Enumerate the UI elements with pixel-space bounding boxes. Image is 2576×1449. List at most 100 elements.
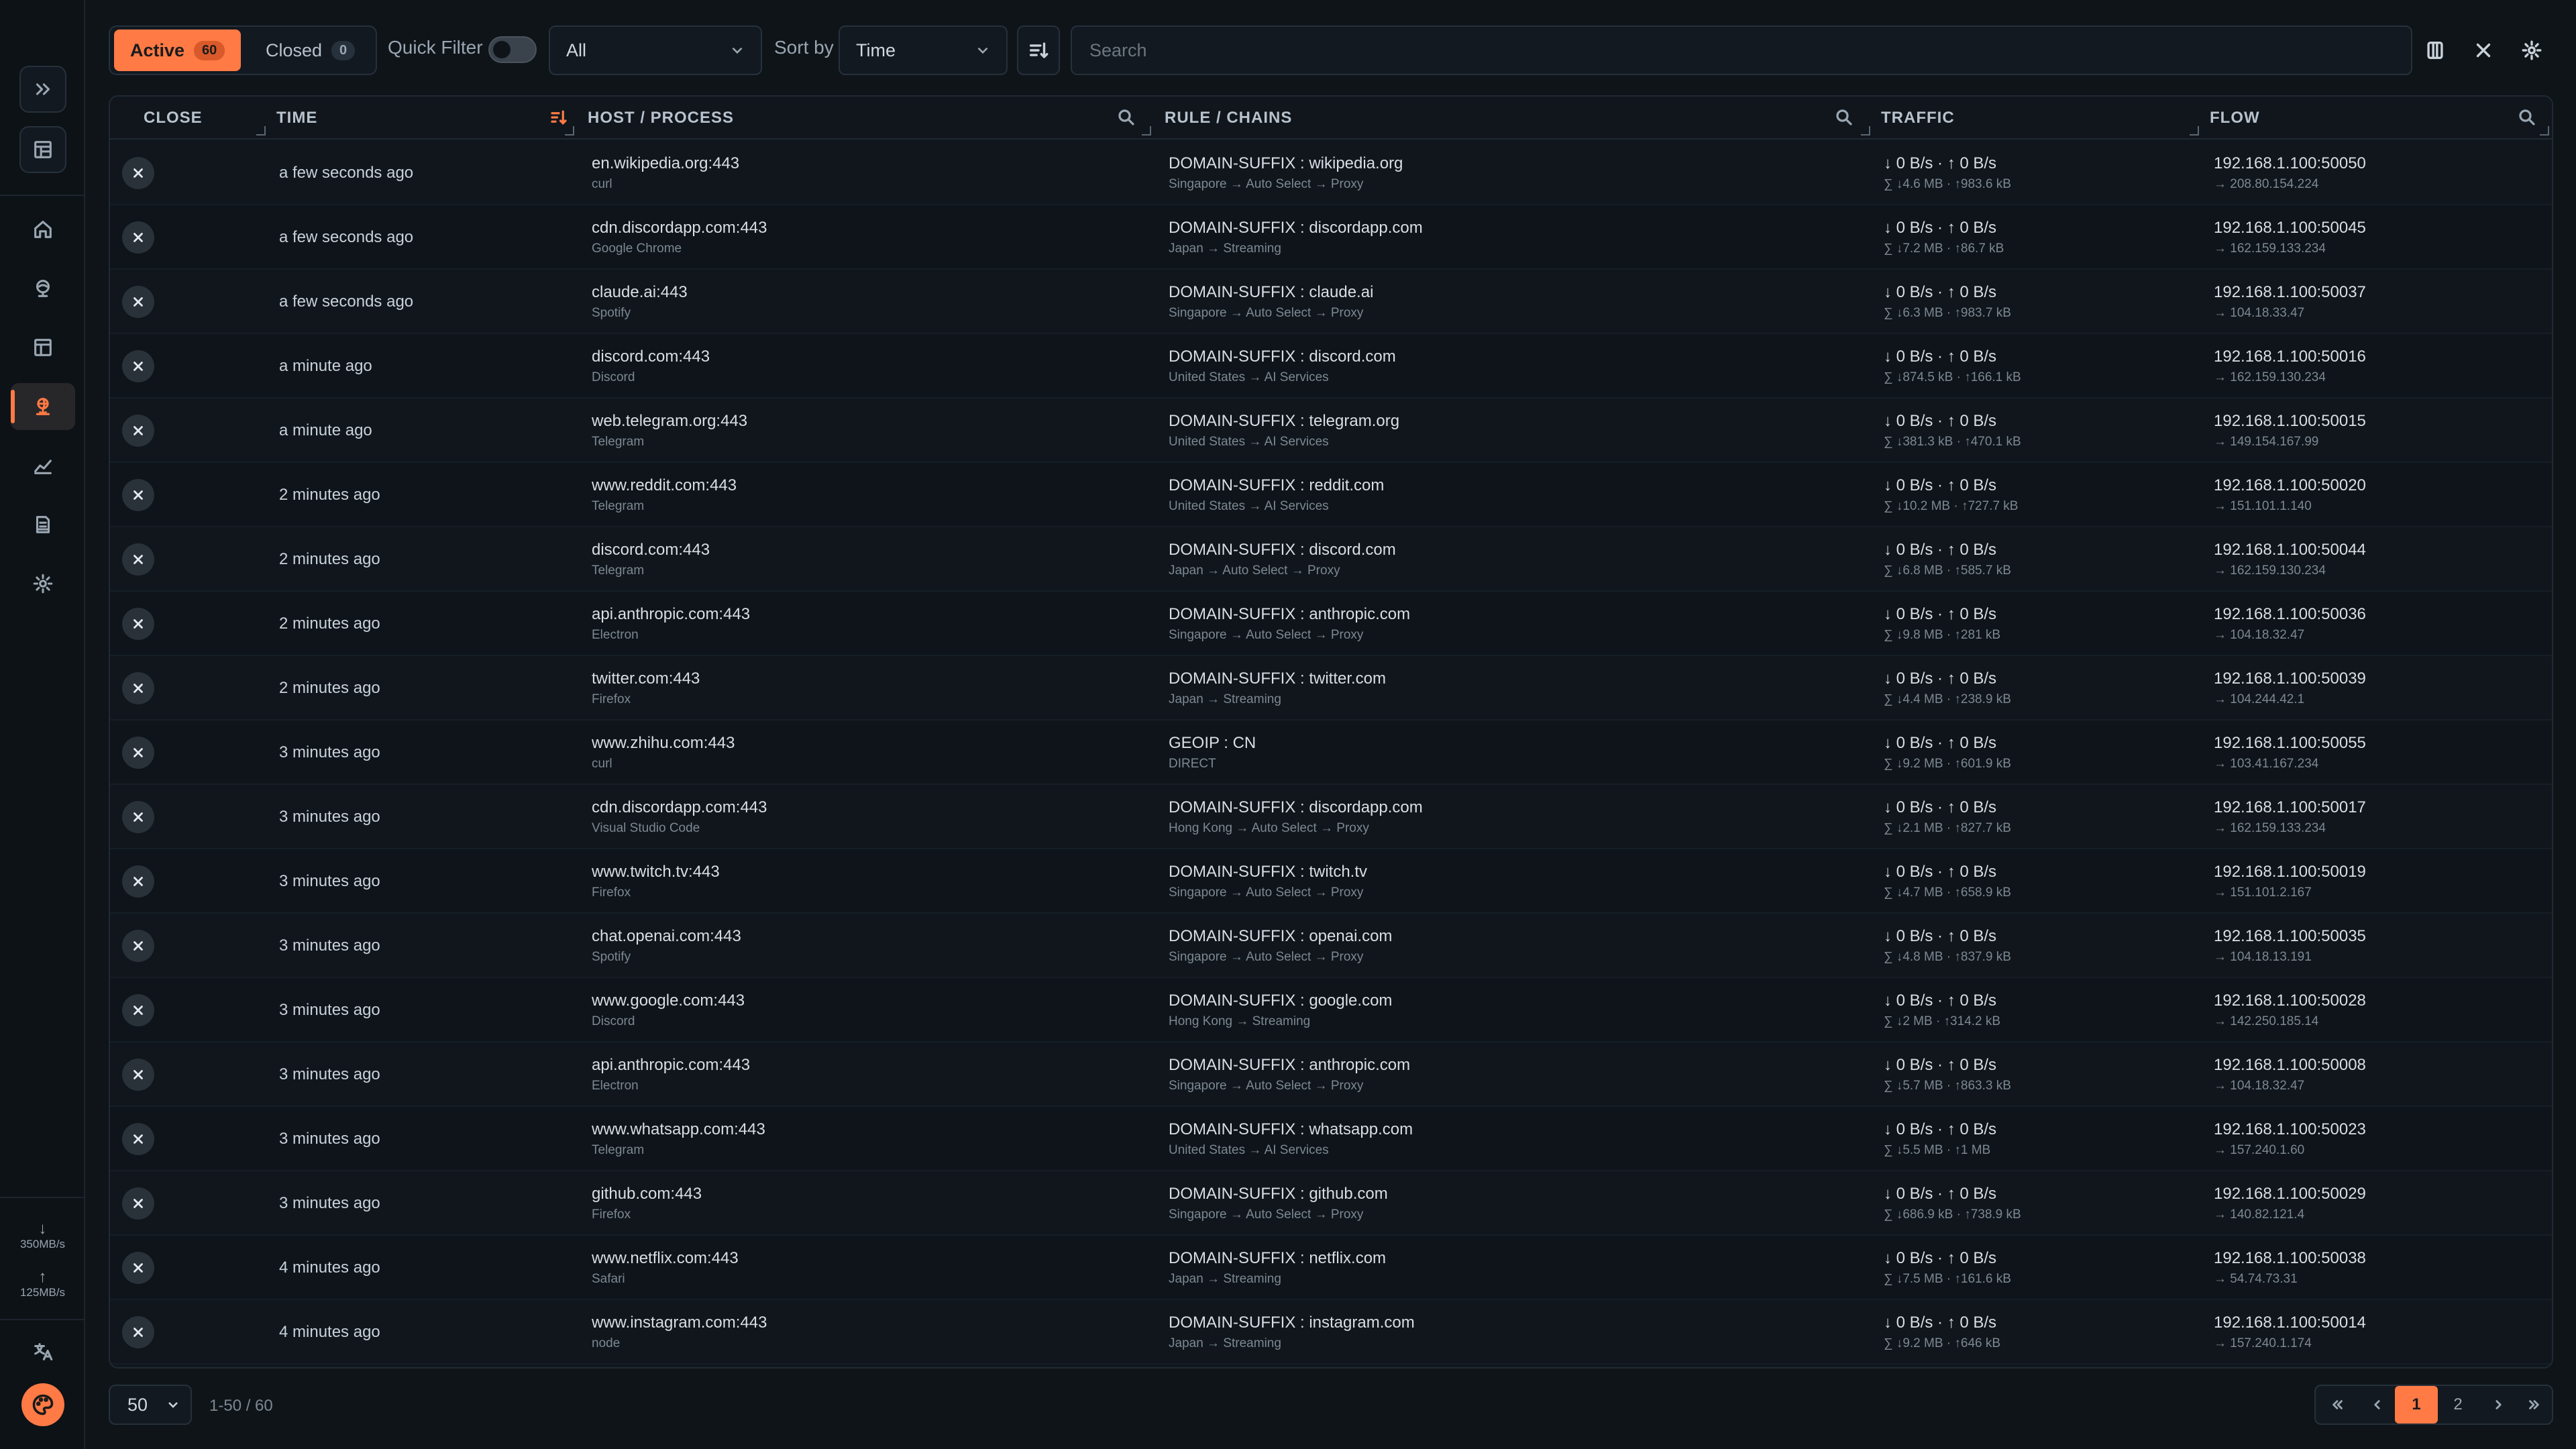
first-page-button[interactable] (2317, 1386, 2357, 1424)
column-resize-handle[interactable] (1142, 126, 1151, 136)
prev-page-button[interactable] (2357, 1386, 2398, 1424)
columns-button[interactable] (2414, 25, 2457, 75)
table-row[interactable]: 2 minutes ago api.anthropic.com:443 Electr… (110, 592, 2552, 656)
close-connection-button[interactable] (122, 994, 154, 1026)
column-resize-handle[interactable] (565, 126, 574, 136)
close-connection-button[interactable] (122, 1187, 154, 1220)
next-page-button[interactable] (2478, 1386, 2518, 1424)
table-row[interactable]: 3 minutes ago www.whatsapp.com:443 Telegra… (110, 1107, 2552, 1171)
close-connection-button[interactable] (122, 737, 154, 769)
connection-rule: DOMAIN-SUFFIX : reddit.com (1169, 476, 1385, 494)
sort-order-button[interactable] (1017, 25, 1060, 75)
close-connection-button[interactable] (122, 672, 154, 704)
quick-filter-label: Quick Filter (388, 37, 483, 58)
close-connection-button[interactable] (122, 608, 154, 640)
table-row[interactable]: a minute ago discord.com:443 Discord DOMAIN… (110, 334, 2552, 398)
sidebar-item-traffic[interactable] (19, 442, 66, 489)
search-input[interactable] (1071, 25, 2412, 75)
layout-button[interactable] (19, 126, 66, 173)
column-header-traffic[interactable]: TRAFFIC (1881, 97, 1955, 140)
column-resize-handle[interactable] (256, 126, 266, 136)
table-row[interactable]: 3 minutes ago www.google.com:443 Discord DO… (110, 978, 2552, 1042)
close-connection-button[interactable] (122, 286, 154, 318)
close-connection-button[interactable] (122, 543, 154, 576)
close-connection-button[interactable] (122, 1316, 154, 1348)
quick-filter-toggle[interactable] (488, 36, 537, 63)
column-header-host[interactable]: HOST / PROCESS (588, 97, 734, 140)
close-connection-button[interactable] (122, 1059, 154, 1091)
table-row[interactable]: a few seconds ago en.wikipedia.org:443 cur… (110, 141, 2552, 205)
table-row[interactable]: 2 minutes ago twitter.com:443 Firefox DOMAI… (110, 656, 2552, 720)
table-row[interactable]: 3 minutes ago www.zhihu.com:443 curl GEOIP … (110, 720, 2552, 785)
connection-rule: DOMAIN-SUFFIX : github.com (1169, 1185, 1388, 1203)
connection-speed: ↓ 0 B/s · ↑ 0 B/s (1884, 219, 1997, 237)
filter-select[interactable]: All (549, 25, 762, 75)
sidebar-item-settings[interactable] (19, 560, 66, 607)
column-resize-handle[interactable] (2540, 126, 2549, 136)
page-button-1[interactable]: 1 (2395, 1386, 2438, 1424)
closed-tab[interactable]: Closed 0 (250, 30, 371, 71)
close-connection-button[interactable] (122, 865, 154, 898)
sidebar-item-proxies[interactable] (19, 265, 66, 312)
table-row[interactable]: 3 minutes ago cdn.discordapp.com:443 Visua… (110, 785, 2552, 849)
connection-source: 192.168.1.100:50017 (2214, 798, 2366, 816)
last-page-button[interactable] (2514, 1386, 2555, 1424)
sort-select[interactable]: Time (839, 25, 1008, 75)
table-row[interactable]: 2 minutes ago www.reddit.com:443 Telegram D… (110, 463, 2552, 527)
page-size-select[interactable]: 50 (109, 1385, 192, 1425)
table-header: CLOSE TIME HOST / PROCESS RULE / CHAINS … (110, 97, 2552, 140)
column-resize-handle[interactable] (1861, 126, 1870, 136)
connection-process: Spotify (592, 950, 631, 964)
page-button-2[interactable]: 2 (2438, 1386, 2478, 1424)
close-connection-button[interactable] (122, 221, 154, 254)
close-connection-button[interactable] (122, 801, 154, 833)
column-header-rule[interactable]: RULE / CHAINS (1165, 97, 1292, 140)
close-connection-button[interactable] (122, 415, 154, 447)
connection-host: twitter.com:443 (592, 669, 700, 688)
column-header-flow[interactable]: FLOW (2210, 97, 2260, 140)
sidebar-item-connections[interactable] (11, 383, 75, 430)
close-connection-button[interactable] (122, 157, 154, 189)
table-row[interactable]: 3 minutes ago github.com:443 Firefox DOMAIN… (110, 1171, 2552, 1236)
column-header-time[interactable]: TIME (276, 97, 317, 140)
language-button[interactable] (19, 1334, 66, 1370)
close-connection-button[interactable] (122, 350, 154, 382)
close-icon (133, 490, 143, 500)
connection-source: 192.168.1.100:50014 (2214, 1313, 2366, 1332)
close-connection-button[interactable] (122, 930, 154, 962)
gear-icon (2522, 40, 2542, 60)
sidebar-divider (0, 1197, 85, 1198)
column-header-close[interactable]: CLOSE (144, 97, 203, 140)
sidebar-item-rules[interactable] (19, 324, 66, 371)
table-row[interactable]: a few seconds ago cdn.discordapp.com:443 G… (110, 205, 2552, 270)
connection-source: 192.168.1.100:50037 (2214, 283, 2366, 301)
connection-time: 4 minutes ago (279, 1258, 380, 1277)
table-row[interactable]: a minute ago web.telegram.org:443 Telegram… (110, 398, 2552, 463)
pagination: 1 2 (2314, 1385, 2553, 1425)
active-tab[interactable]: Active 60 (114, 30, 241, 71)
table-settings-button[interactable] (2510, 25, 2553, 75)
connection-destination: → 54.74.73.31 (2214, 1272, 2298, 1286)
close-icon (133, 877, 143, 886)
table-row[interactable]: 4 minutes ago www.netflix.com:443 Safari DO… (110, 1236, 2552, 1300)
close-all-button[interactable] (2462, 25, 2505, 75)
expand-sidebar-button[interactable] (19, 66, 66, 113)
search-icon[interactable] (1834, 107, 1854, 131)
table-row[interactable]: a few seconds ago claude.ai:443 Spotify DOM… (110, 270, 2552, 334)
table-row[interactable]: 4 minutes ago www.instagram.com:443 node DO… (110, 1300, 2552, 1364)
column-resize-handle[interactable] (2190, 126, 2199, 136)
sidebar-item-logs[interactable] (19, 501, 66, 548)
close-connection-button[interactable] (122, 1252, 154, 1284)
table-row[interactable]: 3 minutes ago api.anthropic.com:443 Electr… (110, 1042, 2552, 1107)
close-connection-button[interactable] (122, 1123, 154, 1155)
close-connection-button[interactable] (122, 479, 154, 511)
connections-icon (36, 398, 50, 415)
connection-time: a few seconds ago (279, 164, 414, 182)
table-row[interactable]: 2 minutes ago discord.com:443 Telegram DOMA… (110, 527, 2552, 592)
theme-button[interactable] (21, 1383, 64, 1426)
sidebar-item-home[interactable] (19, 206, 66, 253)
search-icon[interactable] (1116, 107, 1136, 131)
table-row[interactable]: 3 minutes ago www.twitch.tv:443 Firefox DOM… (110, 849, 2552, 914)
search-icon[interactable] (2517, 107, 2537, 131)
table-row[interactable]: 3 minutes ago chat.openai.com:443 Spotify D… (110, 914, 2552, 978)
